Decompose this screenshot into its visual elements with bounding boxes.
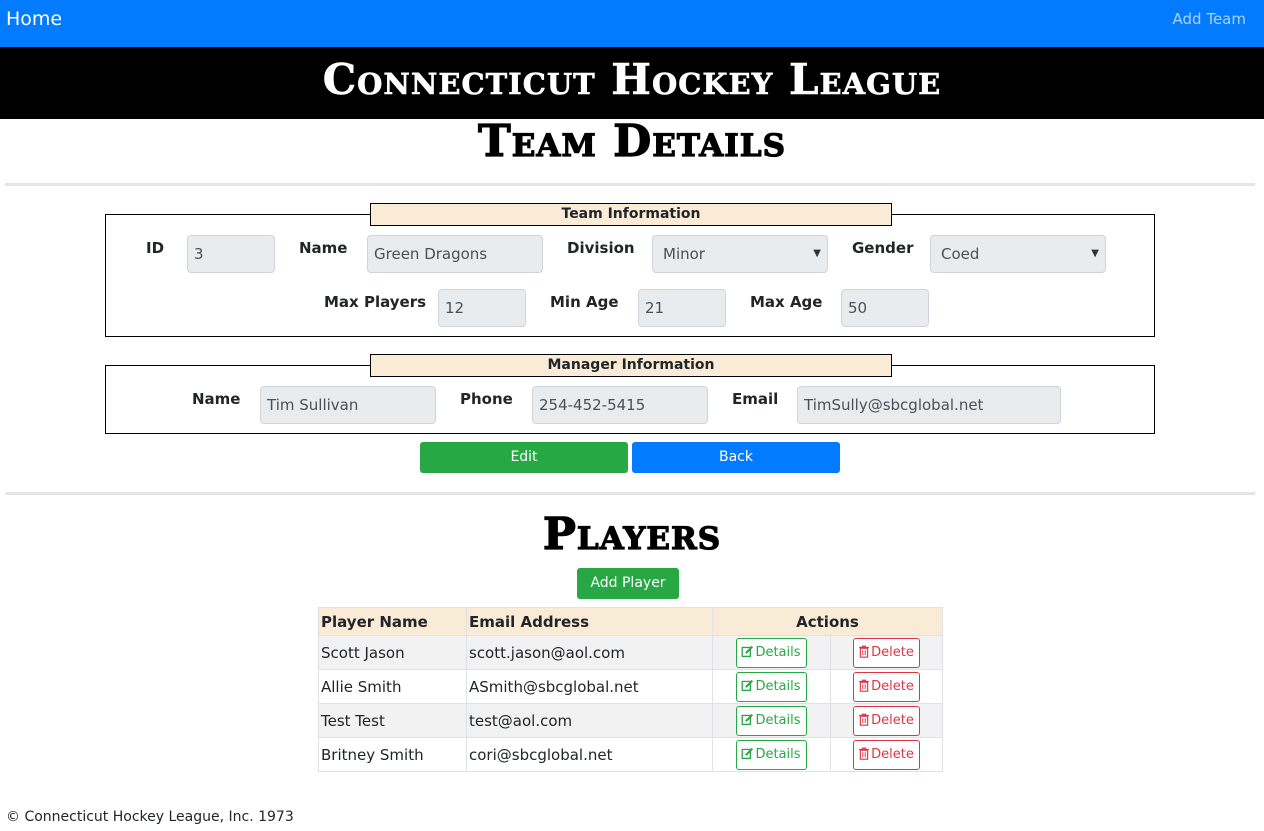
table-row: Britney Smith cori@sbcglobal.net Details De… (318, 737, 943, 772)
add-player-button[interactable]: Add Player (577, 568, 679, 599)
player-email-cell: cori@sbcglobal.net (466, 737, 713, 772)
division-select[interactable]: Minor ▼ (652, 235, 828, 273)
max-age-field[interactable] (841, 289, 929, 327)
player-email-cell: scott.jason@aol.com (466, 635, 713, 670)
player-name-cell: Scott Jason (318, 635, 467, 670)
delete-label: Delete (871, 678, 914, 694)
division-label: Division (567, 239, 635, 257)
column-header-actions: Actions (712, 607, 943, 636)
details-cell: Details (712, 635, 831, 670)
edit-icon (741, 645, 755, 660)
division-value: Minor (663, 245, 705, 263)
details-label: Details (755, 712, 801, 728)
edit-icon (741, 679, 755, 694)
manager-information-legend: Manager Information (370, 354, 892, 377)
players-table: Player Name Email Address Actions Scott … (318, 607, 943, 772)
league-title: Connecticut Hockey League (322, 55, 942, 105)
gender-select[interactable]: Coed ▼ (930, 235, 1106, 273)
team-information-fieldset: Team Information ID Name Division Minor … (105, 203, 1155, 337)
manager-information-fieldset: Manager Information Name Phone Email (105, 354, 1155, 434)
details-button[interactable]: Details (736, 705, 807, 736)
max-age-label: Max Age (750, 293, 823, 311)
details-button[interactable]: Details (736, 739, 807, 770)
team-id-field[interactable] (187, 235, 275, 273)
league-banner: Connecticut Hockey League (0, 47, 1264, 119)
team-name-label: Name (299, 239, 348, 257)
footer-copyright: © Connecticut Hockey League, Inc. 1973 (6, 809, 294, 825)
gender-label: Gender (852, 239, 914, 257)
delete-button[interactable]: Delete (853, 739, 920, 770)
trash-icon (858, 747, 871, 762)
manager-phone-field[interactable] (532, 386, 708, 424)
delete-button[interactable]: Delete (853, 637, 920, 668)
divider (5, 492, 1255, 495)
column-header-player-name: Player Name (318, 607, 467, 636)
manager-name-field[interactable] (260, 386, 436, 424)
details-label: Details (755, 746, 801, 762)
delete-cell: Delete (830, 635, 943, 670)
manager-email-label: Email (732, 390, 779, 408)
player-name-cell: Test Test (318, 703, 467, 738)
divider (5, 183, 1255, 186)
player-email-cell: ASmith@sbcglobal.net (466, 669, 713, 704)
team-information-legend: Team Information (370, 203, 892, 226)
edit-icon (741, 747, 755, 762)
details-cell: Details (712, 737, 831, 772)
team-name-field[interactable] (367, 235, 543, 273)
delete-button[interactable]: Delete (853, 705, 920, 736)
team-details-title: Team Details (477, 115, 786, 167)
table-row: Allie Smith ASmith@sbcglobal.net Details De… (318, 669, 943, 704)
table-row: Test Test test@aol.com Details Delete (318, 703, 943, 738)
caret-down-icon: ▼ (813, 248, 821, 259)
player-email-cell: test@aol.com (466, 703, 713, 738)
nav-home-link[interactable]: Home (6, 8, 62, 30)
delete-cell: Delete (830, 737, 943, 772)
details-button[interactable]: Details (736, 671, 807, 702)
delete-label: Delete (871, 746, 914, 762)
details-cell: Details (712, 703, 831, 738)
manager-phone-label: Phone (460, 390, 513, 408)
delete-label: Delete (871, 712, 914, 728)
nav-add-team-link[interactable]: Add Team (1173, 10, 1246, 28)
trash-icon (858, 713, 871, 728)
max-players-label: Max Players (324, 293, 427, 311)
player-name-cell: Britney Smith (318, 737, 467, 772)
gender-value: Coed (941, 245, 980, 263)
top-navbar: Home Add Team (0, 0, 1264, 47)
min-age-field[interactable] (638, 289, 726, 327)
caret-down-icon: ▼ (1091, 248, 1099, 259)
details-label: Details (755, 678, 801, 694)
trash-icon (858, 645, 871, 660)
manager-name-label: Name (192, 390, 241, 408)
min-age-label: Min Age (550, 293, 619, 311)
details-cell: Details (712, 669, 831, 704)
delete-cell: Delete (830, 703, 943, 738)
edit-button[interactable]: Edit (420, 442, 628, 473)
manager-email-field[interactable] (797, 386, 1061, 424)
delete-button[interactable]: Delete (853, 671, 920, 702)
max-players-field[interactable] (438, 289, 526, 327)
details-button[interactable]: Details (736, 637, 807, 668)
trash-icon (858, 679, 871, 694)
column-header-email: Email Address (466, 607, 713, 636)
delete-cell: Delete (830, 669, 943, 704)
back-button[interactable]: Back (632, 442, 840, 473)
player-name-cell: Allie Smith (318, 669, 467, 704)
table-row: Scott Jason scott.jason@aol.com Details Del… (318, 635, 943, 670)
edit-icon (741, 713, 755, 728)
details-label: Details (755, 644, 801, 660)
players-title: Players (542, 508, 722, 560)
team-id-label: ID (146, 239, 165, 257)
delete-label: Delete (871, 644, 914, 660)
table-header-row: Player Name Email Address Actions (318, 607, 943, 636)
